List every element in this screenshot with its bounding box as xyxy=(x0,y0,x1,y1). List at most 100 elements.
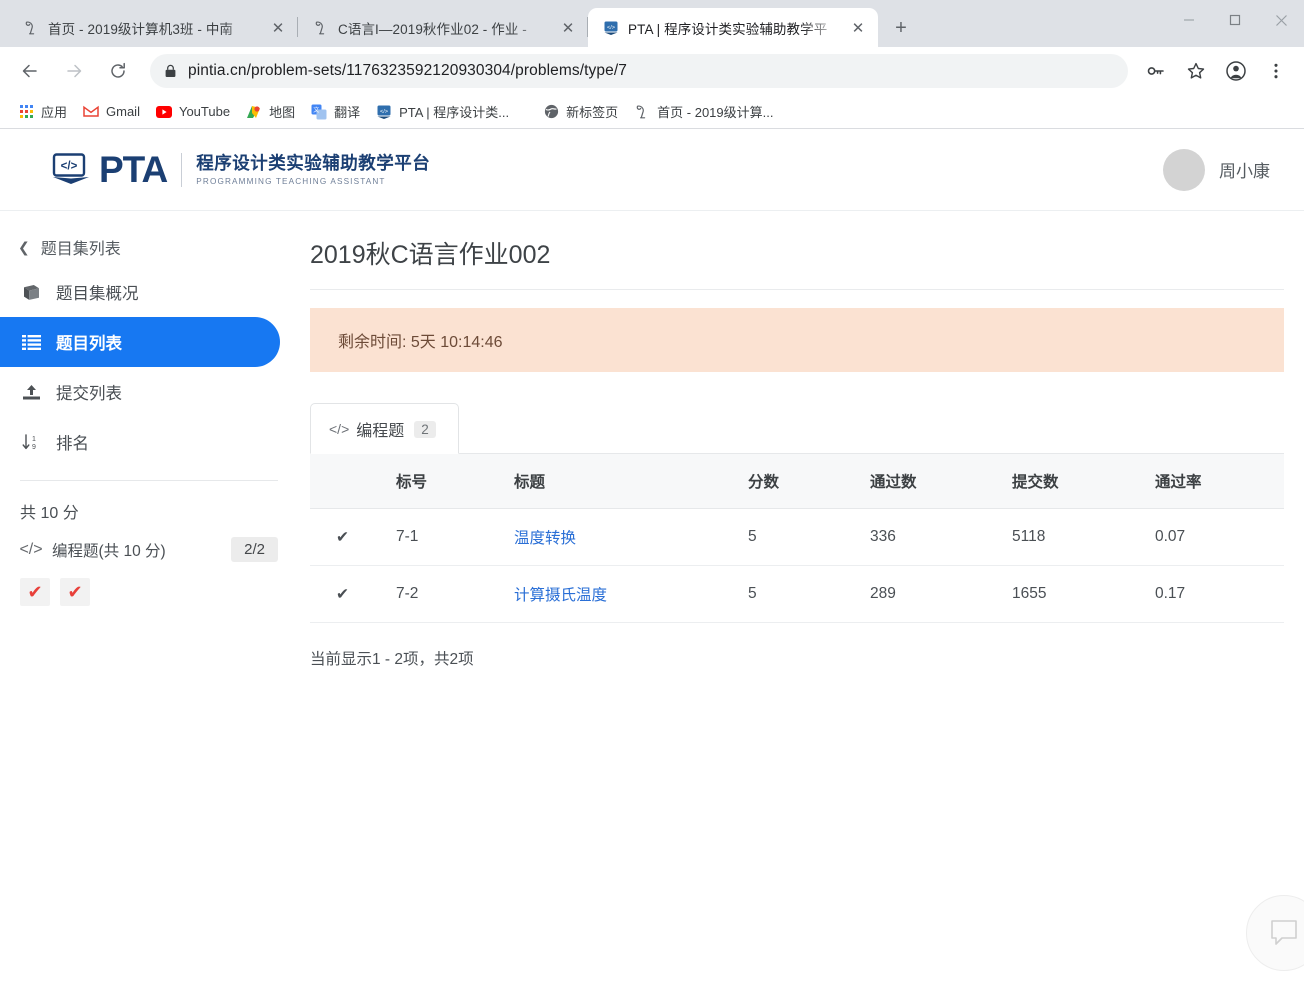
bookmark-label: PTA | 程序设计类... xyxy=(399,102,509,121)
code-icon: </> xyxy=(329,421,349,437)
bookmark-youtube[interactable]: YouTube xyxy=(148,99,238,125)
status-badge[interactable]: ✔ xyxy=(20,578,50,606)
browser-window: 首页 - 2019级计算机3班 - 中南 ✕ C语言I—2019秋作业02 - … xyxy=(0,0,1304,1007)
problem-link[interactable]: 温度转换 xyxy=(514,530,576,547)
bookmarks-bar: 应用 Gmail YouTube 地图 文 翻译 xyxy=(0,95,1304,129)
sidebar-item-label: 题目集概况 xyxy=(56,280,139,304)
logo-divider xyxy=(181,153,182,187)
pagination-note: 当前显示1 - 2项，共2项 xyxy=(310,623,1284,669)
tab-title: 首页 - 2019级计算机3班 - 中南 xyxy=(48,18,264,38)
chevron-left-icon: ❮ xyxy=(18,240,30,254)
pta-square-icon: </> xyxy=(602,19,619,36)
table-row[interactable]: ✔ 7-2 计算摄氏温度 5 289 1655 0.17 xyxy=(310,566,1284,623)
bookmark-homepage[interactable]: 首页 - 2019级计算... xyxy=(626,99,781,125)
window-controls xyxy=(1166,0,1304,40)
problem-link[interactable]: 计算摄氏温度 xyxy=(514,587,607,604)
svg-text:</>: </> xyxy=(380,108,388,114)
column-title: 标题 xyxy=(514,454,748,509)
user-menu[interactable]: 周小康 xyxy=(1163,149,1270,191)
score-group-label: 编程题(共 10 分) xyxy=(52,539,231,561)
close-button[interactable] xyxy=(1258,0,1304,40)
row-title-link[interactable]: 计算摄氏温度 xyxy=(514,566,748,623)
bookmark-label: 翻译 xyxy=(334,102,360,121)
maps-icon xyxy=(246,104,262,120)
column-status xyxy=(310,454,396,509)
column-number: 标号 xyxy=(396,454,514,509)
row-number: 7-2 xyxy=(396,566,514,623)
browser-tab-2[interactable]: C语言I—2019秋作业02 - 作业 - ✕ xyxy=(298,8,588,47)
score-total: 共 10 分 xyxy=(0,481,300,523)
globe-icon xyxy=(543,104,559,120)
youtube-icon xyxy=(156,104,172,120)
reload-button[interactable] xyxy=(101,54,135,88)
browser-tab-3[interactable]: </> PTA | 程序设计类实验辅助教学平 ✕ xyxy=(588,8,878,47)
sidebar-back-label: 题目集列表 xyxy=(41,235,121,259)
bookmark-newtab[interactable]: 新标签页 xyxy=(535,99,626,125)
row-score: 5 xyxy=(748,566,870,623)
bookmark-pta[interactable]: </> PTA | 程序设计类... xyxy=(368,99,517,125)
table-header: 标号 标题 分数 通过数 提交数 通过率 xyxy=(310,454,1284,509)
score-badge: 2/2 xyxy=(231,537,278,562)
score-group-row[interactable]: </> 编程题(共 10 分) 2/2 xyxy=(0,523,300,562)
account-icon[interactable] xyxy=(1219,54,1253,88)
logo-tagline: 程序设计类实验辅助教学平台 PROGRAMMING TEACHING ASSIS… xyxy=(196,153,430,185)
row-submitted: 5118 xyxy=(1012,509,1155,566)
sidebar-item-problem-list[interactable]: 题目列表 xyxy=(0,317,280,367)
kebab-icon[interactable] xyxy=(1259,54,1293,88)
forward-button[interactable] xyxy=(57,54,91,88)
book-icon xyxy=(20,284,42,301)
password-key-icon[interactable] xyxy=(1139,54,1173,88)
bookmark-apps[interactable]: 应用 xyxy=(10,99,75,125)
sidebar-item-ranking[interactable]: 19 排名 xyxy=(0,417,280,467)
table-body: ✔ 7-1 温度转换 5 336 5118 0.07 ✔ 7-2 计算摄氏温度 xyxy=(310,509,1284,623)
remaining-time-label: 剩余时间: xyxy=(338,334,406,351)
svg-text:</>: </> xyxy=(606,24,614,30)
bookmark-label: 应用 xyxy=(41,102,67,121)
table-header-row: 标号 标题 分数 通过数 提交数 通过率 xyxy=(310,454,1284,509)
table-row[interactable]: ✔ 7-1 温度转换 5 336 5118 0.07 xyxy=(310,509,1284,566)
title-divider xyxy=(310,289,1284,290)
url-text: pintia.cn/problem-sets/11763235921209303… xyxy=(188,62,627,80)
sidebar-item-submissions[interactable]: 提交列表 xyxy=(0,367,280,417)
tab-programming-problems[interactable]: </> 编程题 2 xyxy=(310,403,459,454)
tab-strip: 首页 - 2019级计算机3班 - 中南 ✕ C语言I—2019秋作业02 - … xyxy=(0,0,1304,47)
bookmark-translate[interactable]: 文 翻译 xyxy=(303,99,368,125)
sidebar-back-link[interactable]: ❮ 题目集列表 xyxy=(0,227,300,267)
user-name: 周小康 xyxy=(1219,157,1270,182)
status-checks: ✔ ✔ xyxy=(0,562,300,606)
sidebar-item-overview[interactable]: 题目集概况 xyxy=(0,267,280,317)
svg-text:1: 1 xyxy=(32,436,36,443)
remaining-time-banner: 剩余时间: 5天 10:14:46 xyxy=(310,308,1284,372)
bookmark-gmail[interactable]: Gmail xyxy=(75,99,148,125)
row-status: ✔ xyxy=(310,509,396,566)
row-score: 5 xyxy=(748,509,870,566)
lock-icon xyxy=(164,64,177,78)
logo-text: PTA xyxy=(99,151,167,188)
close-icon[interactable]: ✕ xyxy=(848,18,868,38)
new-tab-button[interactable]: + xyxy=(886,13,916,43)
close-icon[interactable]: ✕ xyxy=(268,18,288,38)
bookmark-label: 首页 - 2019级计算... xyxy=(657,102,773,121)
minimize-button[interactable] xyxy=(1166,0,1212,40)
star-icon[interactable] xyxy=(1179,54,1213,88)
pta-icon xyxy=(312,19,329,36)
status-badge[interactable]: ✔ xyxy=(60,578,90,606)
column-rate: 通过率 xyxy=(1155,454,1284,509)
site-logo[interactable]: </> PTA 程序设计类实验辅助教学平台 PROGRAMMING TEACHI… xyxy=(52,151,430,188)
code-icon: </> xyxy=(20,541,42,559)
pta-square-icon: </> xyxy=(376,104,392,120)
bookmark-maps[interactable]: 地图 xyxy=(238,99,303,125)
logo-tagline-cn: 程序设计类实验辅助教学平台 xyxy=(196,153,430,173)
svg-text:9: 9 xyxy=(32,444,36,451)
maximize-button[interactable] xyxy=(1212,0,1258,40)
back-button[interactable] xyxy=(13,54,47,88)
row-number: 7-1 xyxy=(396,509,514,566)
close-icon[interactable]: ✕ xyxy=(558,18,578,38)
address-bar[interactable]: pintia.cn/problem-sets/11763235921209303… xyxy=(150,54,1128,88)
translate-icon: 文 xyxy=(311,104,327,120)
browser-tab-1[interactable]: 首页 - 2019级计算机3班 - 中南 ✕ xyxy=(8,8,298,47)
tab-label: 编程题 xyxy=(356,417,404,441)
svg-text:</>: </> xyxy=(61,161,78,173)
row-title-link[interactable]: 温度转换 xyxy=(514,509,748,566)
browser-toolbar: pintia.cn/problem-sets/11763235921209303… xyxy=(0,47,1304,95)
